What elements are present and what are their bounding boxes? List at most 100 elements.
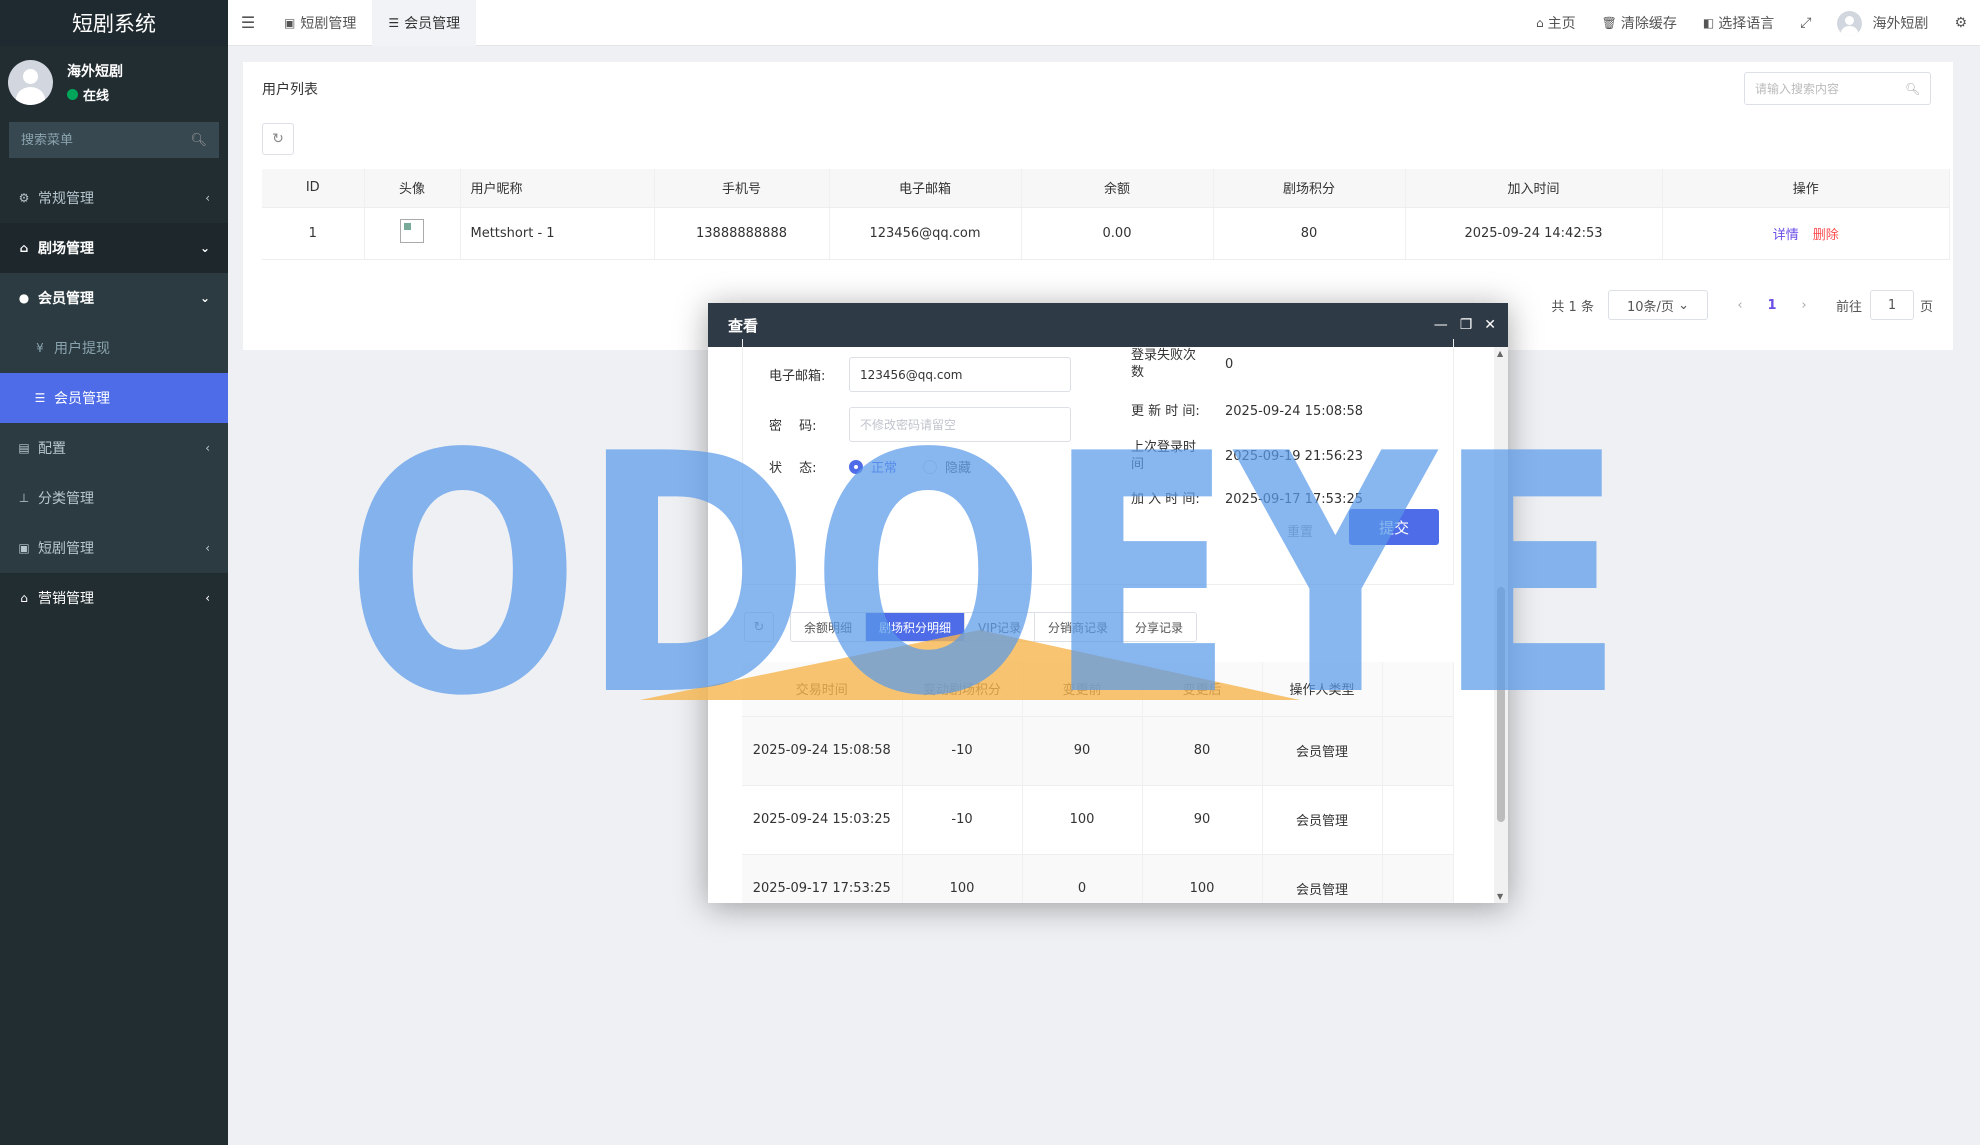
sidebar-item-config[interactable]: ▤ 配置 ‹ (0, 423, 228, 473)
password-label: 密 码: (769, 419, 817, 434)
detail-button[interactable]: 详情 (1773, 228, 1799, 243)
cell-points-change: -10 (902, 715, 1023, 785)
sidebar-item-label: 配置 (38, 441, 66, 457)
col-points[interactable]: 剧场积分 (1213, 169, 1406, 207)
search-icon[interactable]: 🔍︎ (190, 133, 207, 148)
panel-title: 用户列表 (262, 82, 318, 98)
refresh-button[interactable]: ↻ (262, 123, 294, 155)
page-size-select[interactable]: 10条/页 ⌄ (1607, 290, 1708, 320)
cell-operator-type: 会员管理 (1262, 715, 1383, 785)
sidebar-item-general[interactable]: ⚙ 常规管理 ‹ (0, 173, 228, 223)
table-header: ID 头像 用户昵称 手机号 电子邮箱 余额 剧场积分 加入时间 操作 (262, 169, 1950, 207)
col-join-time[interactable]: 加入时间 (1405, 169, 1663, 207)
table-row: 2025-09-17 17:53:25 100 0 100 会员管理 (742, 853, 1454, 903)
col-actions: 操作 (1662, 169, 1950, 207)
tab-vip-records[interactable]: VIP记录 (965, 613, 1036, 641)
sidebar-item-category[interactable]: ⊥ 分类管理 (0, 473, 228, 523)
sidebar-item-marketing[interactable]: ⌂ 营销管理 ‹ (0, 573, 228, 623)
status-hidden-radio[interactable]: 隐藏 (923, 457, 971, 476)
menu-toggle-icon[interactable]: ☰ (228, 13, 268, 32)
language-select[interactable]: ◧ 选择语言 (1690, 13, 1787, 33)
cogs-icon: ⚙ (1954, 15, 1967, 31)
sidebar-item-label: 分类管理 (38, 491, 94, 507)
chevron-down-icon: ⌄ (1678, 297, 1689, 313)
sidebar-search-input[interactable] (21, 132, 171, 148)
briefcase-icon: ▣ (284, 15, 296, 30)
email-label: 电子邮箱: (769, 369, 826, 384)
avatar (1837, 10, 1863, 36)
broken-image-icon[interactable] (400, 219, 424, 243)
next-page-icon[interactable]: › (1790, 298, 1818, 313)
briefcase-icon: ▣ (18, 541, 30, 555)
cell-points: 80 (1213, 206, 1406, 260)
settings-button[interactable]: ⚙ (1941, 15, 1980, 31)
join-time-value: 2025-09-17 17:53:25 (1225, 492, 1364, 507)
sidebar-user-name: 海外短剧 (67, 63, 123, 80)
last-login-row: 上次登录时间 2025-09-19 21:56:23 (1131, 439, 1363, 473)
user-menu[interactable]: 海外短剧 (1824, 10, 1941, 36)
sidebar-item-members-group[interactable]: ● 会员管理 ⌄ (0, 273, 228, 323)
chevron-down-icon: ⌄ (199, 241, 210, 255)
email-input[interactable] (860, 367, 1060, 382)
page-size-value: 10条/页 (1626, 299, 1674, 315)
scroll-thumb[interactable] (1497, 587, 1505, 822)
sidebar-item-withdraw[interactable]: ¥ 用户提现 (0, 323, 228, 373)
home-icon: ⌂ (20, 591, 28, 605)
pager-total: 共 1 条 (1551, 299, 1594, 315)
user-menu-label: 海外短剧 (1872, 16, 1929, 32)
chevron-left-icon: ‹ (205, 441, 210, 455)
yen-icon: ¥ (36, 341, 44, 355)
prev-page-icon[interactable]: ‹ (1726, 298, 1754, 313)
minimize-icon[interactable]: — (1434, 317, 1448, 333)
col-balance[interactable]: 余额 (1021, 169, 1214, 207)
page-number[interactable]: 1 (1754, 298, 1790, 313)
dialog-scrollbar[interactable]: ▲ ▼ (1494, 347, 1508, 903)
update-time-label: 更 新 时 间: (1131, 404, 1200, 419)
fullscreen-button[interactable]: ⤢ (1787, 15, 1824, 31)
tab-distributor-records[interactable]: 分销商记录 (1035, 613, 1123, 641)
tab-member-manage[interactable]: ☰ 会员管理 (372, 0, 477, 46)
reset-button[interactable]: 重置 (1287, 521, 1313, 540)
cell-empty (1382, 715, 1454, 785)
tab-share-records[interactable]: 分享记录 (1122, 613, 1196, 641)
password-field[interactable] (849, 407, 1071, 442)
cell-id: 1 (262, 206, 365, 260)
chevron-left-icon: ‹ (205, 191, 210, 205)
update-time-value: 2025-09-24 15:08:58 (1225, 404, 1364, 419)
status-label: 状 态: (769, 461, 817, 476)
col-id[interactable]: ID (262, 169, 365, 207)
maximize-icon[interactable]: ❐ (1460, 317, 1473, 333)
goto-suffix: 页 (1919, 299, 1933, 315)
password-input[interactable] (860, 417, 1060, 432)
tab-balance-detail[interactable]: 余额明细 (791, 613, 867, 641)
update-time-row: 更 新 时 间: 2025-09-24 15:08:58 (1131, 403, 1363, 420)
panel-search: 🔍︎ (1744, 72, 1931, 105)
join-time-row: 加 入 时 间: 2025-09-17 17:53:25 (1131, 491, 1363, 508)
close-icon[interactable]: ✕ (1484, 317, 1496, 333)
sidebar-item-theater[interactable]: ⌂ 剧场管理 ⌄ (0, 223, 228, 273)
home-link[interactable]: ⌂ 主页 (1523, 13, 1589, 33)
scroll-up-icon[interactable]: ▲ (1497, 349, 1503, 358)
sidebar-item-member-manage[interactable]: ☰ 会员管理 (0, 373, 228, 423)
cell-actions: 详情 删除 (1662, 206, 1950, 260)
cell-empty (1382, 784, 1454, 854)
tab-drama-manage[interactable]: ▣ 短剧管理 (268, 0, 372, 46)
cell-before: 90 (1022, 715, 1143, 785)
delete-button[interactable]: 删除 (1813, 228, 1839, 243)
sidebar-item-drama[interactable]: ▣ 短剧管理 ‹ (0, 523, 228, 573)
sub-refresh-button[interactable]: ↻ (744, 612, 774, 642)
table-row: 2025-09-24 15:08:58 -10 90 80 会员管理 (742, 715, 1454, 785)
search-icon[interactable]: 🔍︎ (1905, 82, 1920, 96)
goto-page-input[interactable]: 1 (1869, 290, 1914, 320)
search-input[interactable] (1755, 81, 1905, 96)
email-field[interactable] (849, 357, 1071, 392)
tab-points-detail[interactable]: 剧场积分明细 (866, 613, 966, 641)
scroll-down-icon[interactable]: ▼ (1497, 892, 1503, 901)
col-empty (1382, 662, 1454, 716)
sidebar-item-label: 用户提现 (54, 341, 110, 357)
submit-button[interactable]: 提交 (1349, 509, 1439, 545)
app-logo[interactable]: 短剧系统 (0, 0, 228, 46)
clear-cache-button[interactable]: 🗑︎ 清除缓存 (1589, 13, 1690, 33)
status-normal-radio[interactable]: 正常 (849, 457, 897, 476)
points-table: 交易时间 变动剧场积分 变更前 变更后 操作人类型 2025-09-24 15:… (742, 662, 1454, 903)
